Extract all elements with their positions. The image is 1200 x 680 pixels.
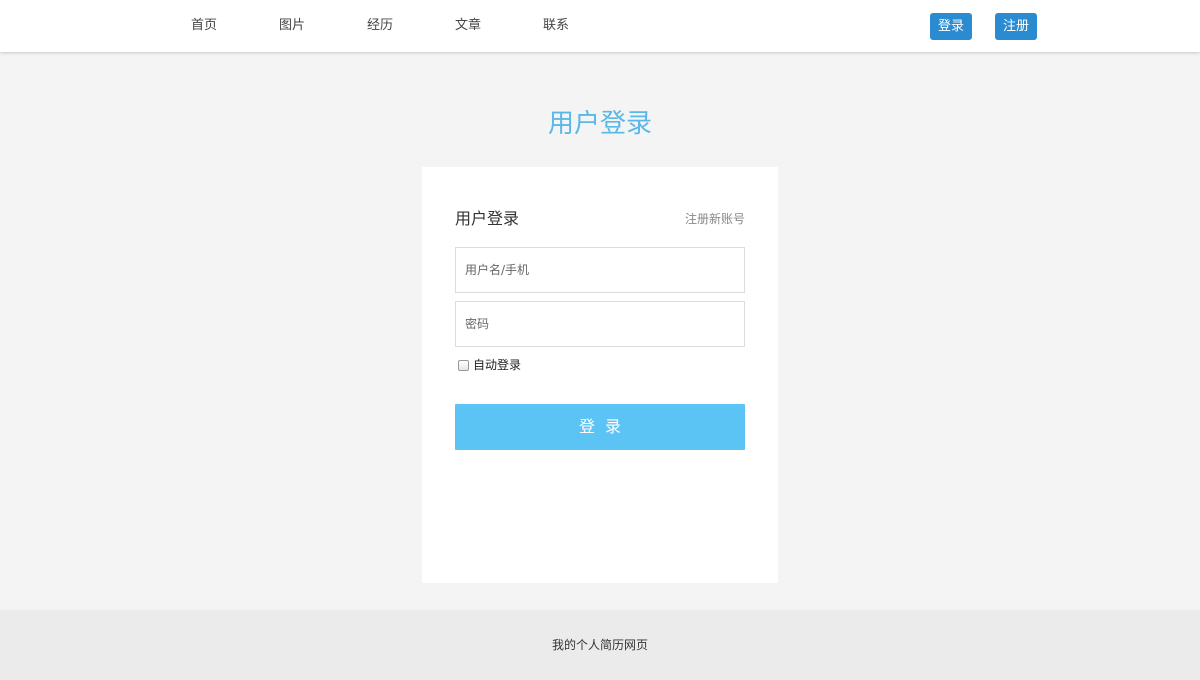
nav-register-button[interactable]: 注册: [995, 13, 1038, 40]
auto-login-checkbox[interactable]: [458, 359, 469, 371]
username-input[interactable]: [455, 247, 745, 293]
login-card: 用户登录 注册新账号 自动登录 登录: [422, 167, 778, 583]
auto-login-label: 自动登录: [473, 358, 522, 372]
nav-item-home[interactable]: 首页: [191, 17, 217, 35]
login-submit-button[interactable]: 登录: [455, 404, 745, 450]
nav-item-experience[interactable]: 经历: [367, 17, 393, 35]
footer: 我的个人简历网页: [0, 610, 1200, 680]
auto-login-option[interactable]: 自动登录: [458, 357, 521, 373]
nav-login-button[interactable]: 登录: [930, 13, 973, 40]
nav-item-contact[interactable]: 联系: [543, 17, 569, 35]
login-form-title: 用户登录: [455, 209, 520, 228]
footer-text: 我的个人简历网页: [551, 638, 648, 652]
register-new-account-link[interactable]: 注册新账号: [685, 211, 745, 227]
top-navigation-bar: 首页 图片 经历 文章 联系 登录 注册: [0, 0, 1200, 52]
password-input[interactable]: [455, 301, 745, 347]
nav-item-pictures[interactable]: 图片: [279, 17, 305, 35]
nav-item-articles[interactable]: 文章: [455, 17, 481, 35]
page-title: 用户登录: [547, 109, 652, 139]
